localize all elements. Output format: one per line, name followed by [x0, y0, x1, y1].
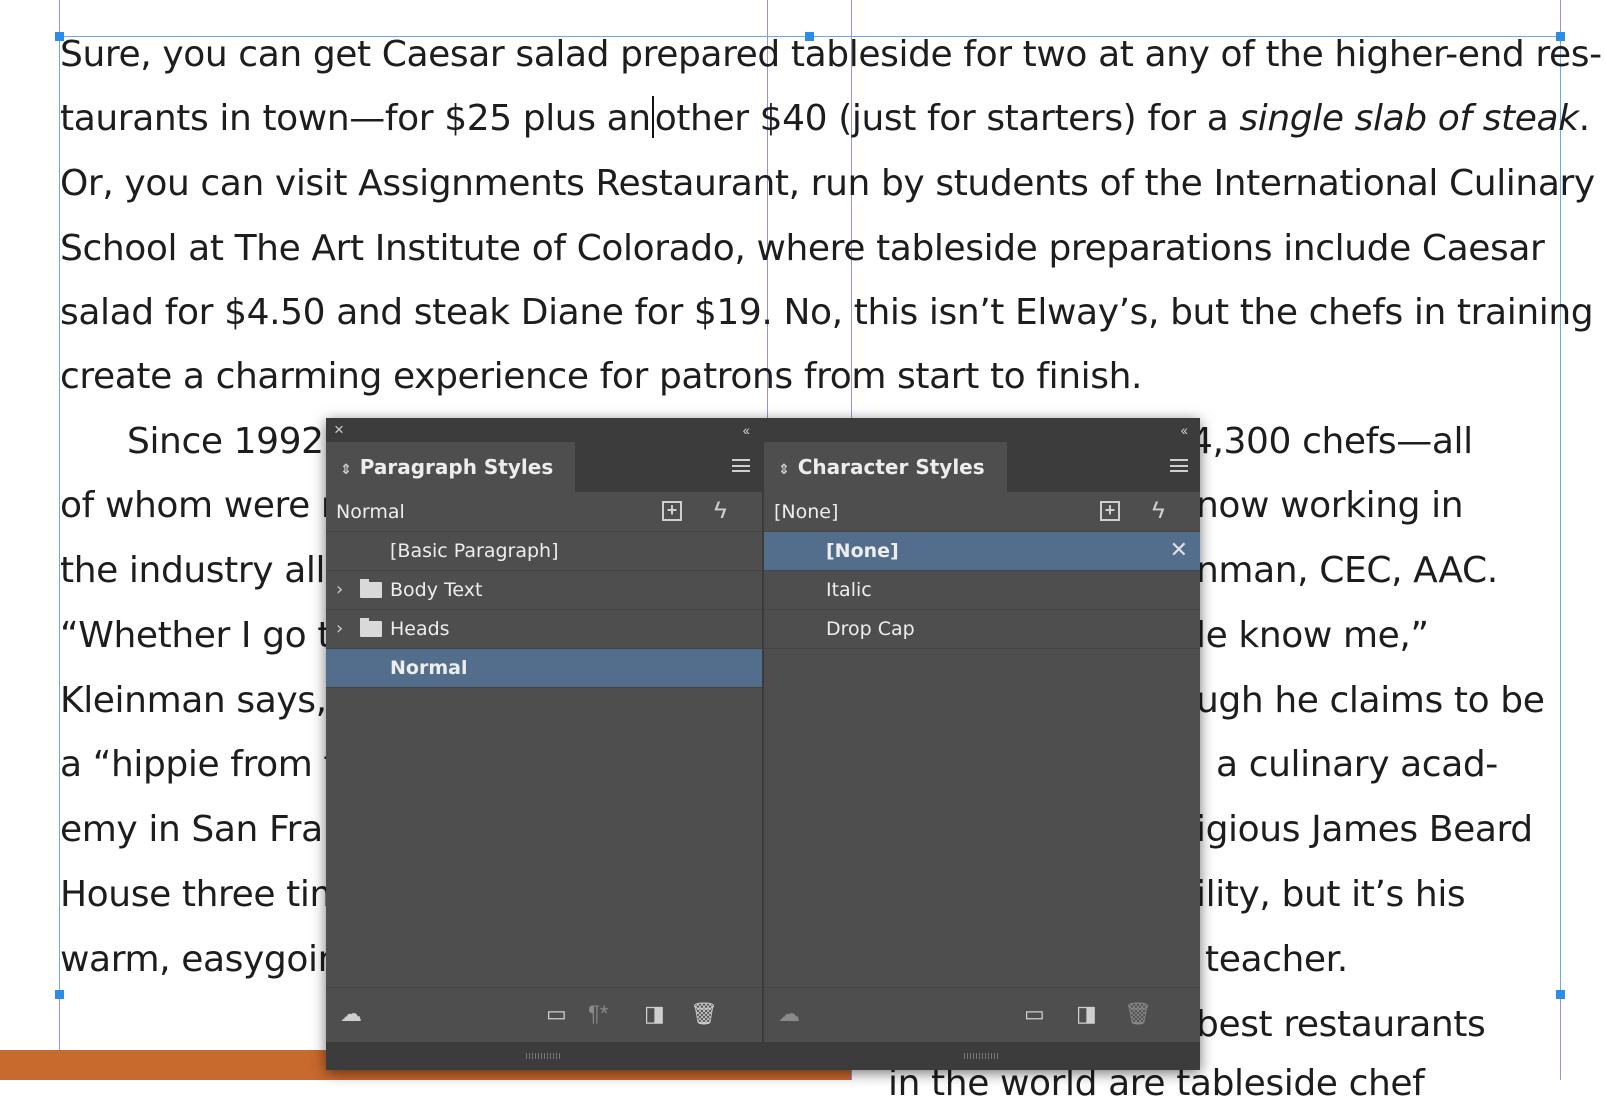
text-segment: taurants in town—for $25 plus an	[60, 98, 651, 139]
new-style-icon[interactable]: ◨	[1076, 1002, 1097, 1026]
body-text-line[interactable]: emy in San Fran	[60, 798, 346, 862]
body-text-line[interactable]: nman, CEC, AAC.	[1196, 539, 1498, 603]
trash-icon[interactable]: 🗑	[690, 1002, 718, 1026]
folder-icon	[360, 579, 382, 598]
new-group-folder-icon[interactable]: ▭	[546, 1002, 567, 1026]
body-text-line[interactable]: of whom were r	[60, 474, 336, 538]
style-item-normal[interactable]: Normal	[326, 648, 762, 688]
body-text-line[interactable]: best restaurants	[1196, 993, 1486, 1057]
text-segment: other $40 (just for starters) for a	[654, 98, 1240, 139]
body-text-line[interactable]: a culinary acad-	[1216, 733, 1498, 797]
panel-titlebar[interactable]: ‹‹	[764, 418, 1200, 442]
updown-icon: ⇕	[778, 462, 790, 478]
style-group-heads[interactable]: › Heads	[326, 609, 762, 649]
new-style-icon[interactable]: ◨	[644, 1002, 665, 1026]
body-text-line[interactable]: School at The Art Institute of Colorado,…	[60, 217, 1545, 281]
frame-handle-bottom-right[interactable]	[1556, 990, 1565, 999]
body-text-line[interactable]: warm, easygoin	[60, 928, 340, 992]
tab-label: Character Styles	[797, 455, 985, 479]
paragraph-styles-panel[interactable]: × ‹‹ ⇕ Paragraph Styles Normal + ϟ [Basic…	[326, 418, 762, 1070]
panel-footer: ☁ ▭ ¶* ◨ 🗑	[326, 987, 762, 1042]
body-text-line[interactable]: now working in	[1196, 474, 1464, 538]
body-text-line[interactable]: Since 1992,	[127, 410, 335, 474]
style-item-none[interactable]: [None] ✕	[764, 531, 1200, 571]
panel-footer: ☁ ▭ ◨ 🗑	[764, 987, 1200, 1042]
panel-tabstrip: ⇕ Character Styles	[764, 442, 1200, 492]
updown-icon: ⇕	[340, 462, 352, 478]
style-label: [Basic Paragraph]	[390, 540, 559, 562]
style-toolrow: Normal + ϟ	[326, 492, 762, 532]
collapse-icon[interactable]: ‹‹	[743, 418, 750, 442]
body-text-line[interactable]: ility, but it’s his	[1196, 863, 1466, 927]
cloud-library-icon[interactable]: ☁	[340, 1002, 362, 1026]
new-style-group-icon[interactable]: +	[662, 501, 682, 521]
style-label: Drop Cap	[826, 618, 915, 640]
chevron-right-icon[interactable]: ›	[336, 610, 343, 648]
new-group-folder-icon[interactable]: ▭	[1024, 1002, 1045, 1026]
panel-menu-icon[interactable]	[1170, 459, 1188, 472]
body-text-line-with-cursor[interactable]: taurants in town—for $25 plus an other $4…	[60, 87, 1590, 151]
body-text-line[interactable]: a “hippie from t	[60, 733, 338, 797]
body-text-line[interactable]: salad for $4.50 and steak Diane for $19.…	[60, 281, 1594, 345]
style-group-body-text[interactable]: › Body Text	[326, 570, 762, 610]
new-style-group-icon[interactable]: +	[1100, 501, 1120, 521]
current-style-name: [None]	[774, 501, 839, 523]
quick-apply-icon[interactable]: ϟ	[714, 497, 727, 525]
body-text-line[interactable]: igious James Beard	[1196, 798, 1533, 862]
close-icon[interactable]: ×	[334, 418, 344, 442]
italic-text-segment: single slab of steak	[1239, 98, 1579, 139]
style-label: Body Text	[390, 579, 483, 601]
tab-label: Paragraph Styles	[359, 455, 554, 479]
resize-grip[interactable]	[326, 1042, 762, 1070]
resize-grip[interactable]	[764, 1042, 1200, 1070]
style-item-drop-cap[interactable]: Drop Cap	[764, 609, 1200, 649]
styles-panel-group[interactable]: × ‹‹ ⇕ Paragraph Styles Normal + ϟ [Basic…	[326, 418, 1200, 1070]
tab-paragraph-styles[interactable]: ⇕ Paragraph Styles	[326, 442, 576, 492]
body-text-line[interactable]: create a charming experience for patrons…	[60, 345, 1142, 409]
cloud-library-icon[interactable]: ☁	[778, 1002, 800, 1026]
body-text-line[interactable]: House three tim	[60, 863, 345, 927]
body-text-line[interactable]: the industry all	[60, 539, 326, 603]
character-styles-panel[interactable]: ‹‹ ⇕ Character Styles [None] + ϟ [None] ✕…	[764, 418, 1200, 1070]
body-text-line[interactable]: ugh he claims to be	[1196, 669, 1545, 733]
style-label: Heads	[390, 618, 450, 640]
character-styles-list: [None] ✕ Italic Drop Cap	[764, 531, 1200, 649]
body-text-line[interactable]: Kleinman says, c	[60, 669, 358, 733]
quick-apply-icon[interactable]: ϟ	[1152, 497, 1165, 525]
body-text-line[interactable]: 4,300 chefs—all	[1190, 410, 1473, 474]
clear-overrides-icon[interactable]: ¶*	[588, 1002, 608, 1026]
style-toolrow: [None] + ϟ	[764, 492, 1200, 532]
style-label: Italic	[826, 579, 872, 601]
tab-character-styles[interactable]: ⇕ Character Styles	[764, 442, 1007, 492]
style-label: [None]	[826, 540, 899, 562]
style-label: Normal	[390, 657, 468, 679]
panel-titlebar[interactable]: × ‹‹	[326, 418, 762, 442]
collapse-icon[interactable]: ‹‹	[1181, 418, 1188, 442]
body-text-line[interactable]: “Whether I go t	[60, 604, 331, 668]
text-segment: .	[1578, 98, 1590, 139]
clear-override-icon[interactable]: ✕	[1170, 532, 1188, 570]
folder-icon	[360, 618, 382, 637]
current-style-name: Normal	[336, 501, 405, 523]
panel-tabstrip: ⇕ Paragraph Styles	[326, 442, 762, 492]
body-text-line[interactable]: teacher.	[1205, 928, 1348, 992]
chevron-right-icon[interactable]: ›	[336, 571, 343, 609]
paragraph-styles-list: [Basic Paragraph] › Body Text › Heads No…	[326, 531, 762, 688]
panel-menu-icon[interactable]	[732, 459, 750, 472]
text-insertion-cursor	[651, 96, 654, 138]
body-text-line[interactable]: Or, you can visit Assignments Restaurant…	[60, 152, 1595, 216]
style-item-italic[interactable]: Italic	[764, 570, 1200, 610]
body-text-line[interactable]: le know me,”	[1196, 604, 1429, 668]
body-text-line[interactable]: Sure, you can get Caesar salad prepared …	[60, 23, 1602, 87]
trash-icon[interactable]: 🗑	[1124, 1002, 1152, 1026]
style-item-basic-paragraph[interactable]: [Basic Paragraph]	[326, 531, 762, 571]
